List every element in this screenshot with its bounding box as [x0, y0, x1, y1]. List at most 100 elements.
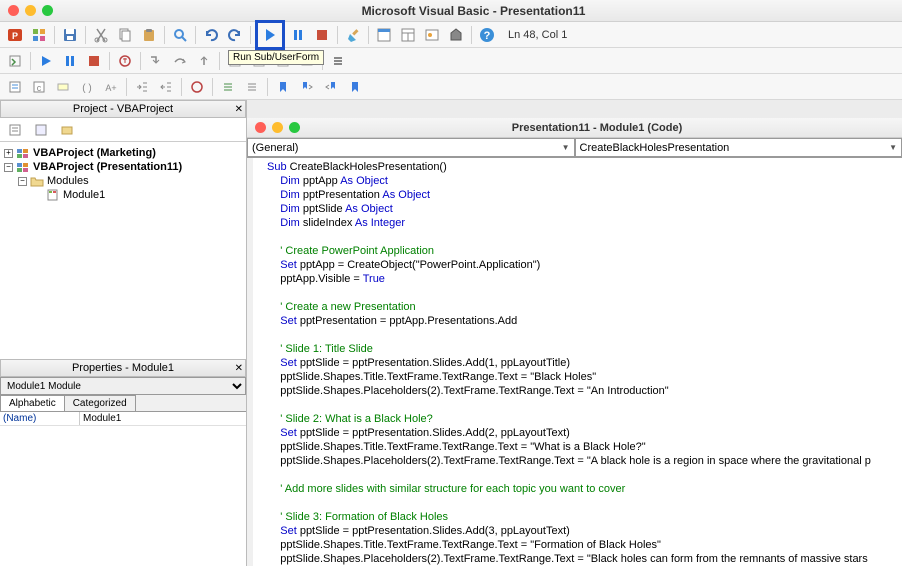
property-value[interactable]: Module1	[80, 412, 246, 425]
object-browser-icon[interactable]	[421, 24, 443, 46]
view-code-icon[interactable]	[4, 119, 26, 141]
tree-modules-folder[interactable]: − Modules	[4, 174, 242, 188]
toggle-bookmark-icon[interactable]	[272, 76, 294, 98]
outdent-icon[interactable]	[155, 76, 177, 98]
svg-text:P: P	[12, 31, 18, 41]
design-mode-icon[interactable]	[342, 24, 364, 46]
collapse-icon[interactable]: −	[4, 163, 13, 172]
complete-word-icon[interactable]: A+	[100, 76, 122, 98]
procedure-combo[interactable]: CreateBlackHolesPresentation ▼	[575, 138, 902, 157]
code-combo-row: (General) ▼ CreateBlackHolesPresentation…	[247, 138, 902, 158]
tree-label: Modules	[47, 175, 89, 187]
toolbox-icon[interactable]	[445, 24, 467, 46]
stop-icon[interactable]	[83, 50, 105, 72]
step-out-icon[interactable]	[193, 50, 215, 72]
step-into-icon[interactable]	[145, 50, 167, 72]
minimize-window-button[interactable]	[25, 5, 36, 16]
call-stack-icon[interactable]	[327, 50, 349, 72]
undo-icon[interactable]	[200, 24, 222, 46]
code-minimize-button[interactable]	[272, 122, 283, 133]
previous-bookmark-icon[interactable]	[320, 76, 342, 98]
tree-project-presentation11[interactable]: − VBAProject (Presentation11)	[4, 160, 242, 174]
paste-icon[interactable]	[138, 24, 160, 46]
insert-module-icon[interactable]	[28, 24, 50, 46]
code-window-titlebar: Presentation11 - Module1 (Code)	[247, 118, 902, 138]
view-object-icon[interactable]	[30, 119, 52, 141]
project-panel-close[interactable]: ✕	[235, 104, 243, 115]
toggle-folders-icon[interactable]	[56, 119, 78, 141]
project-explorer-icon[interactable]	[373, 24, 395, 46]
toolbar-debug	[0, 48, 902, 74]
close-window-button[interactable]	[8, 5, 19, 16]
svg-text:c: c	[37, 83, 42, 93]
property-name: (Name)	[0, 412, 80, 425]
code-zoom-button[interactable]	[289, 122, 300, 133]
reset-button[interactable]	[311, 24, 333, 46]
separator	[471, 26, 472, 44]
find-icon[interactable]	[169, 24, 191, 46]
tab-alphabetic[interactable]: Alphabetic	[0, 395, 65, 411]
indent-icon[interactable]	[131, 76, 153, 98]
object-combo[interactable]: (General) ▼	[247, 138, 575, 157]
run-sub-button[interactable]	[259, 24, 281, 46]
properties-window-icon[interactable]	[397, 24, 419, 46]
separator	[164, 26, 165, 44]
property-row[interactable]: (Name) Module1	[0, 412, 246, 426]
collapse-icon[interactable]: −	[18, 177, 27, 186]
separator	[368, 26, 369, 44]
zoom-window-button[interactable]	[42, 5, 53, 16]
expand-icon[interactable]: +	[4, 149, 13, 158]
run-icon[interactable]	[35, 50, 57, 72]
tree-label: VBAProject (Presentation11)	[33, 161, 182, 173]
code-area: Presentation11 - Module1 (Code) (General…	[247, 100, 902, 566]
cut-icon[interactable]	[90, 24, 112, 46]
help-icon[interactable]: ?	[476, 24, 498, 46]
window-title: Microsoft Visual Basic - Presentation11	[53, 4, 894, 18]
tree-label: VBAProject (Marketing)	[33, 147, 156, 159]
pause-icon[interactable]	[59, 50, 81, 72]
cursor-position: Ln 48, Col 1	[508, 29, 567, 41]
separator	[219, 52, 220, 70]
list-properties-icon[interactable]	[4, 76, 26, 98]
code-editor[interactable]: Sub CreateBlackHolesPresentation() Dim p…	[247, 158, 902, 566]
code-traffic-lights	[255, 122, 300, 133]
separator	[126, 78, 127, 96]
properties-tabs: Alphabetic Categorized	[0, 395, 246, 412]
clear-bookmarks-icon[interactable]	[344, 76, 366, 98]
save-icon[interactable]	[59, 24, 81, 46]
comment-block-icon[interactable]	[217, 76, 239, 98]
tab-categorized[interactable]: Categorized	[64, 395, 136, 411]
run-tooltip: Run Sub/UserForm	[228, 50, 324, 65]
breakpoint-icon[interactable]	[186, 76, 208, 98]
step-over-icon[interactable]	[169, 50, 191, 72]
redo-icon[interactable]	[224, 24, 246, 46]
properties-panel-close[interactable]: ✕	[235, 363, 243, 374]
separator	[195, 26, 196, 44]
project-panel-title: Project - VBAProject ✕	[0, 100, 246, 118]
separator	[30, 52, 31, 70]
svg-text:( ): ( )	[82, 83, 91, 94]
tree-module1[interactable]: Module1	[4, 188, 242, 202]
list-constants-icon[interactable]: c	[28, 76, 50, 98]
properties-object-combo[interactable]: Module1 Module	[0, 377, 246, 395]
powerpoint-icon[interactable]: P	[4, 24, 26, 46]
uncomment-block-icon[interactable]	[241, 76, 263, 98]
parameter-info-icon[interactable]: ( )	[76, 76, 98, 98]
svg-text:?: ?	[484, 30, 491, 42]
toggle-breakpoint-icon[interactable]	[114, 50, 136, 72]
project-panel-label: Project - VBAProject	[73, 103, 173, 115]
tree-project-marketing[interactable]: + VBAProject (Marketing)	[4, 146, 242, 160]
chevron-down-icon: ▼	[562, 143, 570, 152]
separator	[140, 52, 141, 70]
next-bookmark-icon[interactable]	[296, 76, 318, 98]
project-tree[interactable]: + VBAProject (Marketing) − VBAProject (P…	[0, 142, 246, 359]
separator	[212, 78, 213, 96]
separator	[250, 26, 251, 44]
compile-icon[interactable]	[4, 50, 26, 72]
object-combo-value: (General)	[252, 142, 298, 154]
copy-icon[interactable]	[114, 24, 136, 46]
quick-info-icon[interactable]	[52, 76, 74, 98]
break-button[interactable]	[287, 24, 309, 46]
separator	[54, 26, 55, 44]
code-close-button[interactable]	[255, 122, 266, 133]
